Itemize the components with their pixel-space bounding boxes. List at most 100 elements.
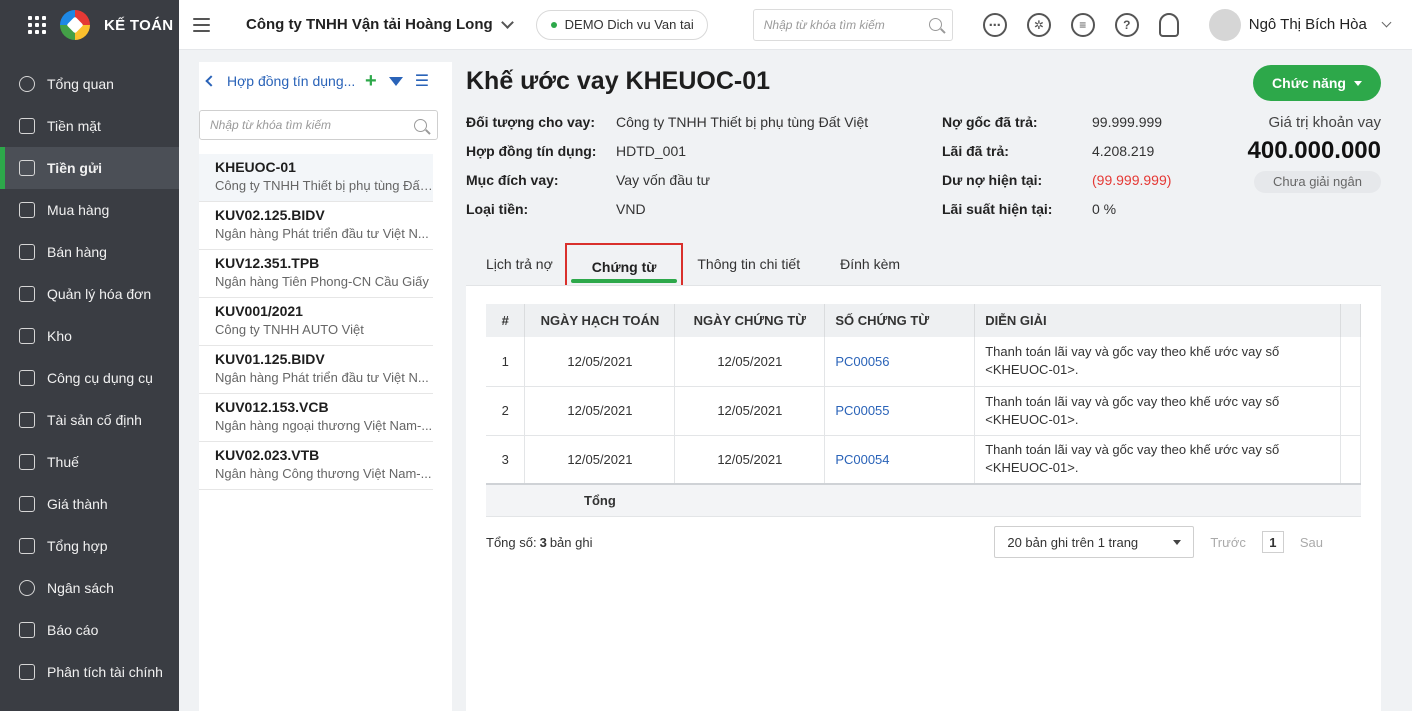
sidebar-item-gia-thanh[interactable]: Giá thành <box>0 483 179 525</box>
price-tag-icon <box>19 496 35 512</box>
list-item[interactable]: KUV01.125.BIDV Ngân hàng Phát triển đầu t… <box>199 346 433 394</box>
loan-value-label: Giá trị khoản vay <box>1268 114 1381 131</box>
sidebar-item-tien-gui[interactable]: Tiền gửi <box>0 147 179 189</box>
status-badge: Chưa giải ngân <box>1254 171 1381 193</box>
list-item[interactable]: KHEUOC-01 Công ty TNHH Thiết bị phụ tùng … <box>199 154 433 202</box>
tab-lich-tra-no[interactable]: Lịch trả nợ <box>486 240 553 288</box>
list-item[interactable]: KUV02.125.BIDV Ngân hàng Phát triển đầu t… <box>199 202 433 250</box>
list-item[interactable]: KUV12.351.TPB Ngân hàng Tiên Phong-CN Cầu… <box>199 250 433 298</box>
list-search-input[interactable]: Nhập từ khóa tìm kiếm <box>199 110 438 140</box>
help-icon[interactable]: ? <box>1114 12 1139 37</box>
info-label: Đối tượng cho vay: <box>466 114 595 130</box>
sidebar-item-tong-hop[interactable]: Tổng hợp <box>0 525 179 567</box>
add-icon[interactable]: + <box>365 70 377 93</box>
list-item-code: KUV001/2021 <box>215 303 303 319</box>
bell-icon[interactable] <box>1158 12 1179 37</box>
company-selector[interactable]: Công ty TNHH Vận tải Hoàng Long <box>246 15 514 33</box>
sidebar-item-kho[interactable]: Kho <box>0 315 179 357</box>
cell-doc-no-link[interactable]: PC00056 <box>824 337 976 387</box>
cell-doc-date: 12/05/2021 <box>674 337 826 387</box>
info-value: 4.208.219 <box>1092 143 1155 159</box>
gear-icon[interactable]: ✲ <box>1026 12 1051 37</box>
info-value: Vay vốn đầu tư <box>616 172 710 188</box>
sidebar-item-label: Báo cáo <box>47 622 99 638</box>
tab-thong-tin-chi-tiet[interactable]: Thông tin chi tiết <box>697 240 800 288</box>
page-size-select[interactable]: 20 bản ghi trên 1 trang <box>994 526 1195 558</box>
page-title: Khế ước vay KHEUOC-01 <box>466 67 771 95</box>
column-header[interactable]: NGÀY CHỨNG TỪ <box>674 304 826 337</box>
list-search-placeholder: Nhập từ khóa tìm kiếm <box>210 118 331 132</box>
list-item-code: KHEUOC-01 <box>215 159 296 175</box>
hamburger-menu-icon[interactable] <box>193 17 210 32</box>
cell-posting-date: 12/05/2021 <box>524 435 676 485</box>
prev-page-button[interactable]: Trước <box>1210 535 1246 550</box>
sidebar-item-phan-tich-tai-chinh[interactable]: Phân tích tài chính <box>0 651 179 693</box>
sidebar-item-tien-mat[interactable]: Tiền mặt <box>0 105 179 147</box>
sidebar-item-ngan-sach[interactable]: Ngân sách <box>0 567 179 609</box>
warehouse-icon <box>19 328 35 344</box>
table-row[interactable]: 1 12/05/2021 12/05/2021 PC00056 Thanh to… <box>486 337 1362 387</box>
list-item[interactable]: KUV001/2021 Công ty TNHH AUTO Việt <box>199 298 433 346</box>
cell-doc-no-link[interactable]: PC00054 <box>824 435 976 485</box>
cell-spacer <box>1340 435 1362 485</box>
cell-no: 2 <box>486 386 526 436</box>
info-value: VND <box>616 201 646 217</box>
list-item[interactable]: KUV012.153.VCB Ngân hàng ngoại thương Việ… <box>199 394 433 442</box>
sidebar-item-label: Tiền mặt <box>47 118 101 134</box>
tab-label: Chứng từ <box>591 259 657 275</box>
more-options-icon[interactable]: ⋯ <box>982 12 1007 37</box>
total-spacer <box>824 483 975 517</box>
column-header[interactable]: DIỄN GIẢI <box>974 304 1341 337</box>
function-button[interactable]: Chức năng <box>1253 65 1381 101</box>
info-label: Lãi đã trả: <box>942 143 1009 159</box>
sidebar-item-cong-cu-dung-cu[interactable]: Công cụ dụng cụ <box>0 357 179 399</box>
sidebar-item-label: Quản lý hóa đơn <box>47 286 152 302</box>
search-icon[interactable] <box>928 18 942 31</box>
table-footer: Tổng số: 3 bản ghi 20 bản ghi trên 1 tra… <box>486 526 1361 558</box>
tools-icon <box>19 370 35 386</box>
ledger-icon <box>19 538 35 554</box>
back-arrow-icon[interactable] <box>205 75 217 87</box>
bank-icon <box>19 160 35 176</box>
sidebar-item-ban-hang[interactable]: Bán hàng <box>0 231 179 273</box>
column-header-spacer <box>1340 304 1362 337</box>
list-item-subtitle: Công ty TNHH AUTO Việt <box>215 322 364 337</box>
top-bar: Công ty TNHH Vận tải Hoàng Long DEMO Dic… <box>179 0 1412 50</box>
table-row[interactable]: 2 12/05/2021 12/05/2021 PC00055 Thanh to… <box>486 386 1362 436</box>
car-icon <box>19 412 35 428</box>
tab-content: # NGÀY HẠCH TOÁN NGÀY CHỨNG TỪ SỐ CHỨNG … <box>466 285 1381 711</box>
column-header[interactable]: # <box>486 304 526 337</box>
sidebar-item-thue[interactable]: Thuế <box>0 441 179 483</box>
filter-icon[interactable] <box>388 76 403 86</box>
column-header[interactable]: NGÀY HẠCH TOÁN <box>524 304 676 337</box>
sidebar-item-label: Ngân sách <box>47 580 114 596</box>
table-row[interactable]: 3 12/05/2021 12/05/2021 PC00054 Thanh to… <box>486 435 1362 485</box>
list-panel-title[interactable]: Hợp đồng tín dụng... <box>227 73 357 89</box>
brand-name: KẾ TOÁN <box>104 16 174 34</box>
collapse-panel-icon[interactable]: ☰ <box>415 71 429 91</box>
speedometer-icon <box>19 76 35 92</box>
sidebar-item-mua-hang[interactable]: Mua hàng <box>0 189 179 231</box>
cart-icon <box>19 244 35 260</box>
sidebar-item-quan-ly-hoa-don[interactable]: Quản lý hóa đơn <box>0 273 179 315</box>
column-header[interactable]: SỐ CHỨNG TỪ <box>824 304 976 337</box>
sidebar-item-tong-quan[interactable]: Tổng quan <box>0 63 179 105</box>
tab-dinh-kem[interactable]: Đính kèm <box>840 240 900 288</box>
chat-icon[interactable]: ≡ <box>1070 12 1095 37</box>
info-value: 99.999.999 <box>1092 114 1163 130</box>
tab-chung-tu[interactable]: Chứng từ <box>564 243 684 291</box>
sidebar-item-bao-cao[interactable]: Báo cáo <box>0 609 179 651</box>
user-menu[interactable]: Ngô Thị Bích Hòa <box>1208 8 1392 41</box>
sidebar-item-tai-san-co-dinh[interactable]: Tài sản cố định <box>0 399 179 441</box>
demo-database-badge[interactable]: DEMO Dich vu Van tai <box>535 9 708 40</box>
contract-list: KHEUOC-01 Công ty TNHH Thiết bị phụ tùng … <box>199 154 452 490</box>
app-grid-icon[interactable] <box>28 16 46 34</box>
next-page-button[interactable]: Sau <box>1300 535 1323 550</box>
global-search-input[interactable]: Nhập từ khóa tìm kiếm <box>752 8 953 41</box>
cell-doc-no-link[interactable]: PC00055 <box>824 386 976 436</box>
current-page[interactable]: 1 <box>1261 531 1284 553</box>
tax-icon <box>19 454 35 470</box>
search-icon[interactable] <box>414 118 427 132</box>
sidebar-item-label: Kho <box>47 328 72 344</box>
list-item[interactable]: KUV02.023.VTB Ngân hàng Công thương Việt … <box>199 442 433 490</box>
